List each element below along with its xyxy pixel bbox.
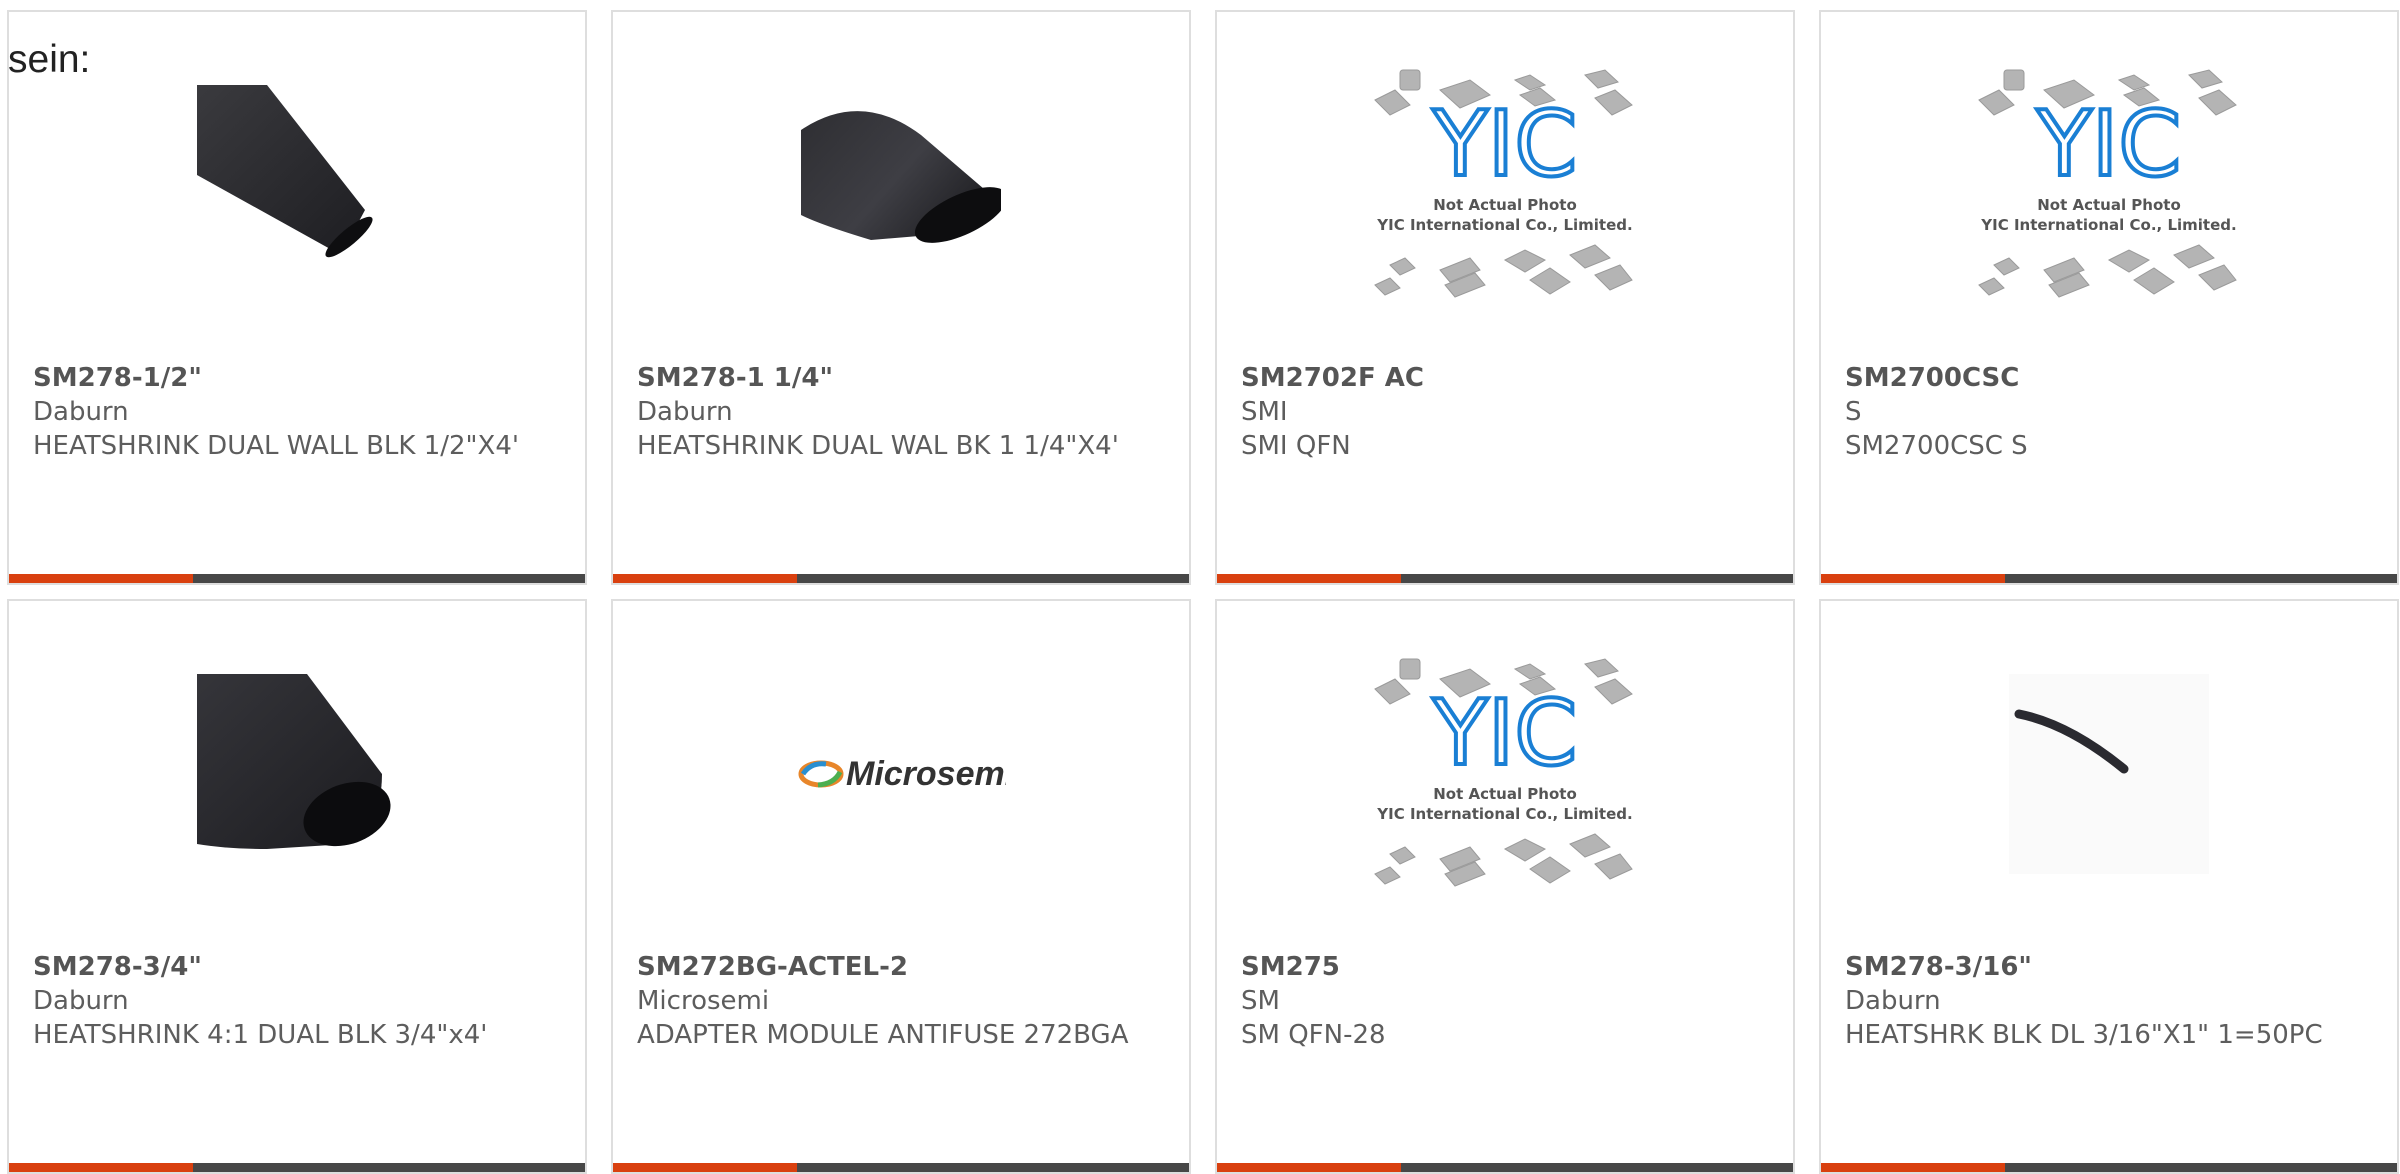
manufacturer: Daburn <box>637 397 733 427</box>
card-bar <box>1821 1163 2397 1172</box>
product-card[interactable]: SM278-3/16" Daburn HEATSHRK BLK DL 3/16"… <box>1819 599 2399 1174</box>
placeholder-line2: YIC International Co., Limited. <box>1376 805 1632 823</box>
product-card[interactable]: YIC Not Actual Photo YIC International C… <box>1215 10 1795 585</box>
yic-logo-text: YIC <box>1432 681 1577 786</box>
manufacturer: SM <box>1241 986 1280 1016</box>
product-card[interactable]: SM278-3/4" Daburn HEATSHRINK 4:1 DUAL BL… <box>7 599 587 1174</box>
card-bar <box>9 1163 585 1172</box>
card-bar <box>613 574 1189 583</box>
manufacturer: SMI <box>1241 397 1288 427</box>
product-info: SM278-1/2" Daburn HEATSHRINK DUAL WALL B… <box>33 361 561 463</box>
not-actual-photo-placeholder-icon: YIC Not Actual Photo YIC International C… <box>1374 69 1633 298</box>
stray-text: sein: <box>8 38 91 81</box>
product-image[interactable]: Microsemi <box>613 669 1189 879</box>
placeholder-line1: Not Actual Photo <box>1433 785 1577 803</box>
placeholder-line2: YIC International Co., Limited. <box>1376 216 1632 234</box>
card-bar-accent <box>1821 1163 2005 1172</box>
product-info: SM278-3/4" Daburn HEATSHRINK 4:1 DUAL BL… <box>33 950 561 1052</box>
product-image[interactable] <box>9 669 585 879</box>
product-image[interactable]: YIC Not Actual Photo YIC International C… <box>1217 69 1793 298</box>
product-info: SM278-1 1/4" Daburn HEATSHRINK DUAL WAL … <box>637 361 1165 463</box>
part-number[interactable]: SM278-1 1/4" <box>637 361 1165 395</box>
description: SM2700CSC S <box>1845 431 2028 461</box>
part-number[interactable]: SM2702F AC <box>1241 361 1769 395</box>
manufacturer: Daburn <box>33 986 129 1016</box>
manufacturer: S <box>1845 397 1862 427</box>
placeholder-line2: YIC International Co., Limited. <box>1980 216 2236 234</box>
microsemi-logo-icon: Microsemi <box>798 755 1006 793</box>
heatshrink-thin-tube-icon <box>2009 674 2209 874</box>
not-actual-photo-placeholder-icon: YIC Not Actual Photo YIC International C… <box>1374 658 1633 887</box>
manufacturer: Microsemi <box>637 986 770 1016</box>
part-number[interactable]: SM278-3/4" <box>33 950 561 984</box>
manufacturer: Daburn <box>1845 986 1941 1016</box>
product-image[interactable] <box>1821 669 2397 879</box>
product-info: SM2700CSC S SM2700CSC S <box>1845 361 2373 463</box>
card-bar-accent <box>1821 574 2005 583</box>
heatshrink-tube-icon <box>801 111 1001 243</box>
card-bar <box>1217 574 1793 583</box>
yic-logo-text: YIC <box>1432 92 1577 197</box>
microsemi-logo-text: Microsemi <box>846 755 1006 793</box>
placeholder-line1: Not Actual Photo <box>1433 196 1577 214</box>
product-image[interactable]: YIC Not Actual Photo YIC International C… <box>1217 658 1793 887</box>
description: HEATSHRINK 4:1 DUAL BLK 3/4"x4' <box>33 1020 488 1050</box>
description: ADAPTER MODULE ANTIFUSE 272BGA <box>637 1020 1129 1050</box>
placeholder-line1: Not Actual Photo <box>2037 196 2181 214</box>
product-info: SM2702F AC SMI SMI QFN <box>1241 361 1769 463</box>
manufacturer: Daburn <box>33 397 129 427</box>
card-bar-accent <box>9 574 193 583</box>
heatshrink-tube-icon <box>197 85 373 258</box>
description: SM QFN-28 <box>1241 1020 1386 1050</box>
card-bar <box>613 1163 1189 1172</box>
product-card[interactable]: YIC Not Actual Photo YIC International C… <box>1819 10 2399 585</box>
product-image[interactable] <box>613 80 1189 290</box>
card-bar <box>1821 574 2397 583</box>
card-bar-accent <box>613 1163 797 1172</box>
product-info: SM272BG-ACTEL-2 Microsemi ADAPTER MODULE… <box>637 950 1165 1052</box>
product-image[interactable] <box>9 80 585 290</box>
card-bar <box>9 574 585 583</box>
description: HEATSHRINK DUAL WALL BLK 1/2"X4' <box>33 431 520 461</box>
product-info: SM278-3/16" Daburn HEATSHRK BLK DL 3/16"… <box>1845 950 2373 1052</box>
product-card[interactable]: Microsemi SM272BG-ACTEL-2 Microsemi ADAP… <box>611 599 1191 1174</box>
product-card[interactable]: SM278-1/2" Daburn HEATSHRINK DUAL WALL B… <box>7 10 587 585</box>
product-card[interactable]: YIC Not Actual Photo YIC International C… <box>1215 599 1795 1174</box>
card-bar-accent <box>613 574 797 583</box>
description: SMI QFN <box>1241 431 1351 461</box>
card-bar <box>1217 1163 1793 1172</box>
not-actual-photo-placeholder-icon: YIC Not Actual Photo YIC International C… <box>1978 69 2237 298</box>
part-number[interactable]: SM275 <box>1241 950 1769 984</box>
part-number[interactable]: SM272BG-ACTEL-2 <box>637 950 1165 984</box>
description: HEATSHRINK DUAL WAL BK 1 1/4"X4' <box>637 431 1119 461</box>
part-number[interactable]: SM278-3/16" <box>1845 950 2373 984</box>
product-card[interactable]: SM278-1 1/4" Daburn HEATSHRINK DUAL WAL … <box>611 10 1191 585</box>
product-info: SM275 SM SM QFN-28 <box>1241 950 1769 1052</box>
heatshrink-tube-icon <box>197 674 391 849</box>
description: HEATSHRK BLK DL 3/16"X1" 1=50PC <box>1845 1020 2323 1050</box>
yic-logo-text: YIC <box>2036 92 2181 197</box>
part-number[interactable]: SM278-1/2" <box>33 361 561 395</box>
product-image[interactable]: YIC Not Actual Photo YIC International C… <box>1821 69 2397 298</box>
card-bar-accent <box>1217 1163 1401 1172</box>
part-number[interactable]: SM2700CSC <box>1845 361 2373 395</box>
card-bar-accent <box>9 1163 193 1172</box>
card-bar-accent <box>1217 574 1401 583</box>
